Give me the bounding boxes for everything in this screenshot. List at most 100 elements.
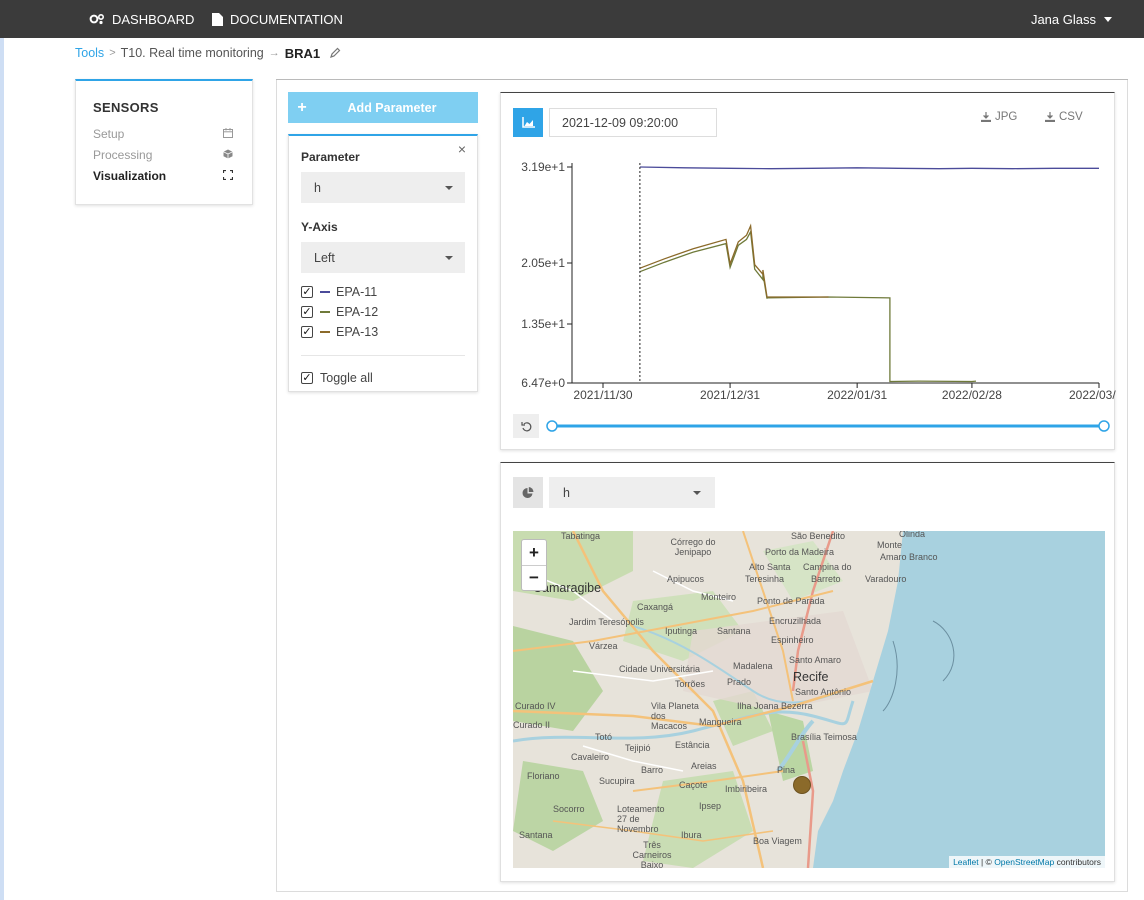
map-label: Madalena	[733, 661, 773, 671]
parameter-select-value: h	[314, 180, 321, 195]
pie-chart-icon	[522, 486, 534, 498]
user-name: Jana Glass	[1030, 11, 1096, 27]
map-label: Sucupira	[599, 776, 635, 786]
map-label: Jardim Teresópolis	[569, 617, 644, 627]
map-label: Prado	[727, 677, 752, 687]
chevron-down-icon	[445, 185, 453, 190]
parameter-card: × Parameter h Y-Axis Left ✓ EPA-11 ✓ EPA…	[288, 134, 478, 392]
cube-icon	[220, 148, 236, 162]
checkbox-checked-icon[interactable]: ✓	[301, 372, 313, 384]
breadcrumb-project[interactable]: T10. Real time monitoring	[121, 46, 264, 60]
map-label: Espinheiro	[771, 635, 814, 645]
series-swatch	[320, 291, 330, 293]
sidebar-item-processing[interactable]: Processing	[93, 144, 236, 165]
map-label: Várzea	[589, 641, 618, 651]
user-menu[interactable]: Jana Glass	[1031, 0, 1112, 38]
map-label: Areias	[691, 761, 717, 771]
osm-link[interactable]: OpenStreetMap	[994, 857, 1054, 867]
map-label: Tabatinga	[561, 531, 601, 541]
map-label: Imbiribeira	[725, 784, 768, 794]
close-icon[interactable]: ×	[458, 141, 466, 157]
map-label: Ipsep	[699, 801, 722, 811]
parameter-label: Parameter	[301, 150, 360, 164]
map-label: Monte	[877, 540, 903, 550]
map-label: Santana	[519, 830, 553, 840]
sidebar-item-label: Visualization	[93, 168, 167, 183]
toggle-all-checkbox[interactable]: ✓ Toggle all	[301, 368, 465, 388]
breadcrumb: Tools > T10. Real time monitoring → BRA1	[75, 44, 341, 62]
series-toggle-epa-13[interactable]: ✓ EPA-13	[301, 322, 465, 342]
map-label: Ilha Joana Bezerra	[737, 701, 813, 711]
nav-documentation-link[interactable]: DOCUMENTATION	[212, 0, 343, 38]
series-name: EPA-13	[336, 325, 379, 339]
parameter-select[interactable]: h	[301, 172, 465, 203]
map-label: Três Carneiros Baixo	[632, 840, 672, 868]
sidebar-item-setup[interactable]: Setup	[93, 123, 236, 144]
map-label: Porto da Madeira	[765, 547, 835, 557]
yaxis-label: Y-Axis	[301, 220, 338, 234]
checkbox-checked-icon[interactable]: ✓	[301, 326, 313, 338]
zoom-in-button[interactable]: +	[522, 540, 546, 565]
sensor-marker[interactable]	[793, 776, 811, 794]
y-tick-label: 6.47e+0	[521, 376, 565, 390]
map-attribution: Leaflet | © OpenStreetMap contributors	[949, 856, 1105, 868]
series-name: EPA-12	[336, 305, 379, 319]
time-series-chart[interactable]: 3.19e+12.05e+11.35e+16.47e+0 2021/11/30 2…	[501, 93, 1116, 451]
file-icon	[212, 12, 223, 26]
map-label: Ponto de Parada	[757, 596, 825, 606]
nav-dashboard-label: DASHBOARD	[112, 11, 195, 27]
map-style-button[interactable]	[513, 477, 543, 508]
series-swatch	[320, 331, 330, 333]
checkbox-checked-icon[interactable]: ✓	[301, 306, 313, 318]
y-tick-label: 3.19e+1	[521, 160, 565, 174]
map-label: Curado IV	[515, 701, 556, 711]
caret-down-icon	[1104, 16, 1112, 22]
map-label: Recife	[793, 670, 829, 684]
checkbox-checked-icon[interactable]: ✓	[301, 286, 313, 298]
map-label: Floriano	[527, 771, 560, 781]
add-parameter-button[interactable]: + Add Parameter	[288, 92, 478, 123]
map-card: h Tabatinga São Benedito Olinda Córrego …	[500, 462, 1115, 882]
map-label: Encruzilhada	[769, 616, 822, 626]
map-parameter-value: h	[563, 485, 570, 500]
map-label: Santo Antônio	[795, 687, 852, 697]
series-line-epa-12	[639, 229, 977, 383]
breadcrumb-tools-link[interactable]: Tools	[75, 46, 104, 60]
map-label: Socorro	[553, 804, 585, 814]
leaflet-link[interactable]: Leaflet	[953, 857, 979, 867]
pencil-icon[interactable]	[329, 47, 341, 59]
chevron-down-icon	[445, 255, 453, 260]
map-label: Monteiro	[701, 592, 737, 602]
map-label: Amaro Branco	[880, 552, 938, 562]
series-line-epa-11	[639, 166, 1099, 170]
series-toggle-epa-12[interactable]: ✓ EPA-12	[301, 302, 465, 322]
range-slider-end-handle[interactable]	[1098, 420, 1110, 432]
sidebar-item-visualization[interactable]: Visualization	[93, 165, 236, 186]
zoom-out-button[interactable]: −	[522, 565, 546, 590]
map-label: Totó	[595, 732, 613, 742]
chart-card: 2021-12-09 09:20:00 JPG CSV 3.19e+1 2.05e…	[500, 92, 1116, 451]
series-toggle-epa-11[interactable]: ✓ EPA-11	[301, 282, 465, 302]
map-view[interactable]: Tabatinga São Benedito Olinda Córrego do…	[513, 531, 1105, 868]
yaxis-select-value: Left	[314, 250, 335, 265]
map-label: Torrões	[675, 679, 706, 689]
nav-dashboard-link[interactable]: DASHBOARD	[89, 0, 194, 38]
attribution-separator: | ©	[980, 857, 992, 867]
map-label: Campina do	[803, 562, 852, 572]
map-parameter-select[interactable]: h	[549, 477, 715, 508]
range-slider-start-handle[interactable]	[546, 420, 558, 432]
attribution-tail: contributors	[1056, 857, 1101, 867]
x-tick-label: 2021/11/30	[573, 388, 632, 402]
map-label: Teresinha	[745, 574, 785, 584]
map-label: Ibura	[681, 830, 702, 840]
arrow-right-icon: →	[268, 47, 280, 59]
map-label: Vila Planeta dos Macacos	[651, 701, 699, 731]
map-label: Brasília Teimosa	[791, 732, 857, 742]
yaxis-select[interactable]: Left	[301, 242, 465, 273]
y-tick-label: 2.05e+1	[521, 256, 565, 270]
reset-zoom-button[interactable]	[513, 414, 539, 438]
top-navbar: DASHBOARD DOCUMENTATION Jana Glass	[0, 0, 1144, 38]
x-tick-label: 2022/03/31	[1069, 388, 1116, 402]
plus-icon: +	[297, 98, 307, 116]
sidebar-item-label: Setup	[93, 126, 125, 141]
